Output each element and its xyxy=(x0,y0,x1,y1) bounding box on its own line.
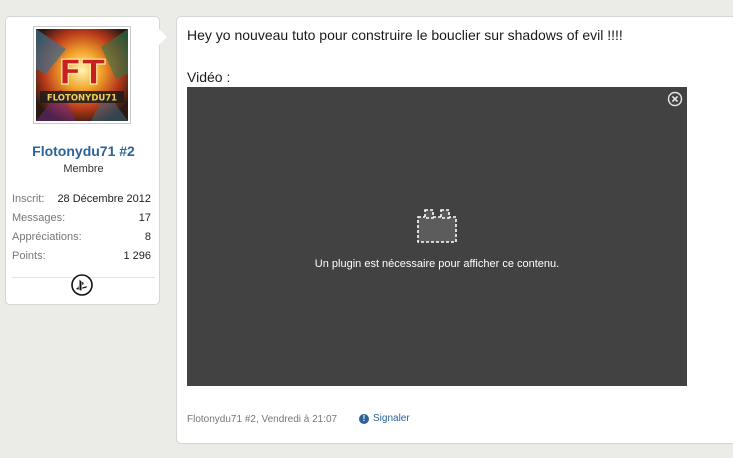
report-link[interactable]: ! Signaler xyxy=(359,413,410,424)
stat-value: 17 xyxy=(138,212,151,224)
stat-label: Inscrit: xyxy=(12,193,45,205)
svg-text:FT: FT xyxy=(59,53,106,93)
stat-likes: Appréciations: 8 xyxy=(12,228,151,247)
playstation-icon[interactable] xyxy=(71,274,93,296)
stat-label: Messages: xyxy=(12,212,66,224)
stat-points[interactable]: Points: 1 296 xyxy=(12,247,151,266)
close-icon[interactable] xyxy=(667,91,683,107)
avatar-image: FT FLOTONYDU71 xyxy=(36,29,128,121)
user-stats: Inscrit: 28 Décembre 2012 Messages: 17 A… xyxy=(12,190,151,266)
report-label: Signaler xyxy=(373,413,410,424)
video-label: Vidéo : xyxy=(187,69,231,85)
username[interactable]: Flotonydu71 #2 xyxy=(6,143,161,159)
stat-messages[interactable]: Messages: 17 xyxy=(12,209,151,228)
avatar-lettering: FLOTONYDU71 xyxy=(47,94,117,104)
user-title: Membre xyxy=(63,163,104,175)
stat-label: Points: xyxy=(12,250,46,262)
stat-value: 1 296 xyxy=(123,250,151,262)
stat-value: 8 xyxy=(144,231,151,243)
post-message: Hey yo nouveau tuto pour construire le b… xyxy=(187,27,623,43)
stat-joined: Inscrit: 28 Décembre 2012 xyxy=(12,190,151,209)
info-icon: ! xyxy=(359,413,369,424)
plugin-message: Un plugin est nécessaire pour afficher c… xyxy=(314,258,560,270)
user-info-panel: FT FLOTONYDU71 Flotonydu71 #2 Membre Ins… xyxy=(5,16,167,305)
panel-pointer xyxy=(159,29,167,45)
video-plugin-placeholder[interactable]: Un plugin est nécessaire pour afficher c… xyxy=(187,87,687,386)
plugin-icon xyxy=(417,209,457,243)
post-content: Hey yo nouveau tuto pour construire le b… xyxy=(176,16,733,444)
stat-label: Appréciations: xyxy=(12,231,82,243)
avatar[interactable]: FT FLOTONYDU71 xyxy=(33,26,131,124)
stat-value: 28 Décembre 2012 xyxy=(57,193,151,205)
post-meta[interactable]: Flotonydu71 #2, Vendredi à 21:07 xyxy=(187,414,337,425)
